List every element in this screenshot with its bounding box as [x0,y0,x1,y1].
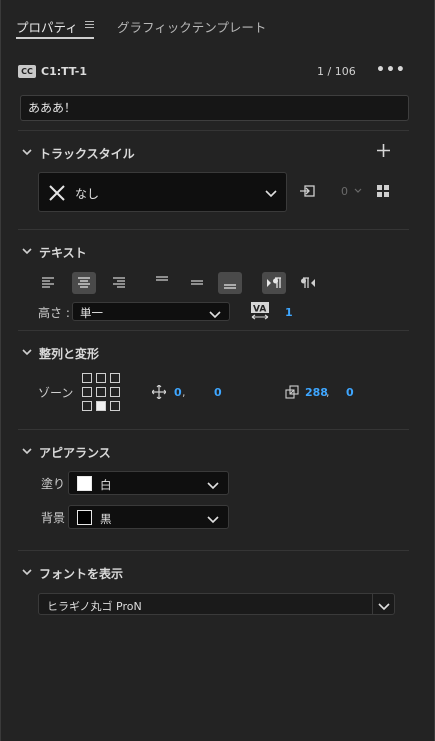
dropdown-separator [372,594,373,614]
chevron-down-icon [207,513,219,527]
divider [18,550,409,551]
size-separator: , [326,386,330,399]
section-title-text[interactable]: テキスト [39,244,87,261]
text-direction-rtl-button[interactable] [296,272,320,294]
tracking-value[interactable]: 1 [285,306,293,319]
chevron-down-icon[interactable] [21,566,33,578]
section-title-appearance[interactable]: アピアランス [39,444,111,461]
zone-alignment-grid[interactable] [82,373,121,412]
style-count-value: 0 [341,185,348,198]
chevron-down-icon [207,479,219,493]
justify-middle-button[interactable] [185,272,209,294]
tab-properties[interactable]: プロパティ [16,17,78,36]
font-value: ヒラギノ丸ゴ ProN [47,600,142,613]
chevron-down-icon[interactable] [21,445,33,457]
fill-label: 塗り [41,477,66,491]
line-height-value: 単一 [80,306,103,320]
panel-tabs: プロパティ グラフィックテンプレート [1,0,434,44]
section-title-track-style[interactable]: トラックスタイル [39,145,135,162]
position-y-value[interactable]: 0 [214,386,222,399]
divider [18,229,409,230]
caption-text-input[interactable]: あああ！ [20,95,409,121]
chevron-down-icon[interactable] [21,245,33,257]
align-left-button[interactable] [37,272,61,294]
chevron-down-icon [209,308,221,322]
track-style-value: なし [75,187,100,201]
more-options-icon[interactable]: ••• [376,62,406,78]
caption-track-id: C1:TT-1 [41,65,87,78]
svg-text:VA: VA [253,305,266,315]
push-style-icon[interactable] [299,183,317,202]
panel-menu-icon[interactable] [85,21,94,28]
tracking-icon: VA [250,301,270,321]
chevron-down-icon [265,188,277,202]
line-height-label: 高さ : [38,306,70,320]
style-count-dropdown[interactable]: 0 [341,185,362,198]
add-icon[interactable] [376,143,391,158]
section-title-align-transform[interactable]: 整列と変形 [39,345,99,362]
font-dropdown[interactable]: ヒラギノ丸ゴ ProN [38,593,395,615]
zone-label: ゾーン [38,386,74,400]
divider [18,429,409,430]
align-center-button[interactable] [72,272,96,294]
divider [18,130,409,131]
chevron-down-icon[interactable] [21,146,33,158]
tab-graphic-templates[interactable]: グラフィックテンプレート [117,17,266,36]
text-direction-ltr-button[interactable] [262,272,286,294]
none-x-icon [48,184,66,205]
fill-color-value: 白 [100,478,112,492]
grid-icon[interactable] [377,185,389,197]
background-label: 背景 [41,511,66,525]
divider [18,330,409,331]
fill-color-swatch[interactable] [77,476,92,491]
section-title-font[interactable]: フォントを表示 [39,565,123,582]
scale-icon [285,385,299,402]
line-height-dropdown[interactable]: 単一 [72,302,230,321]
position-x-value[interactable]: 0 [174,386,182,399]
position-separator: , [182,386,186,399]
size-height-value[interactable]: 0 [346,386,354,399]
size-width-value[interactable]: 288 [305,386,328,399]
position-move-icon [151,384,167,402]
background-color-dropdown[interactable]: 黒 [68,505,229,529]
align-right-button[interactable] [106,272,130,294]
fill-color-dropdown[interactable]: 白 [68,471,229,495]
justify-bottom-button[interactable] [218,272,242,294]
caption-counter: 1 / 106 [317,65,356,78]
active-tab-indicator [16,37,94,39]
closed-caption-icon: CC [18,65,36,78]
chevron-down-icon[interactable] [378,600,390,614]
justify-top-button[interactable] [150,270,174,292]
properties-panel: プロパティ グラフィックテンプレート CC C1:TT-1 1 / 106 ••… [0,0,435,741]
background-color-swatch[interactable] [77,510,92,525]
track-style-dropdown[interactable]: なし [38,172,287,212]
chevron-down-icon[interactable] [21,346,33,358]
background-color-value: 黒 [100,512,112,526]
